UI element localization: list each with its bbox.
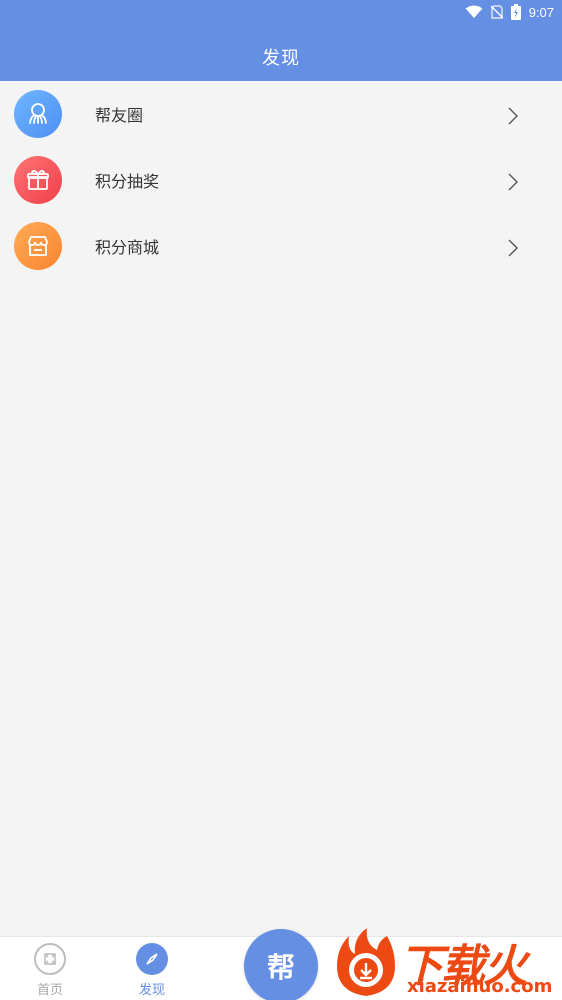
- compass-icon: [136, 943, 168, 975]
- shop-icon: [14, 222, 62, 270]
- list-item-label: 帮友圈: [95, 106, 144, 125]
- watermark: 下载火 xiazaihuo.com: [333, 924, 562, 1000]
- list-item-jifen-shangcheng[interactable]: 积分商城: [0, 213, 562, 279]
- flame-logo-icon: [337, 928, 395, 996]
- tab-home[interactable]: 首页: [20, 943, 80, 998]
- wifi-icon: [465, 5, 483, 19]
- status-time: 9:07: [528, 4, 554, 20]
- screen: 9:07 发现 帮友圈 积分抽奖 积分商城 首页 发现 帮 下载火 xiazai…: [0, 0, 562, 1000]
- watermark-domain: xiazaihuo.com: [407, 976, 553, 997]
- tab-label: 首页: [36, 983, 63, 998]
- gift-icon: [14, 156, 62, 204]
- chevron-right-icon: [508, 173, 518, 195]
- list-item-bangyouquan[interactable]: 帮友圈: [0, 81, 562, 147]
- home-icon: [34, 943, 66, 975]
- center-button-label: 帮: [266, 951, 295, 984]
- page-title: 发现: [262, 48, 300, 69]
- list-item-label: 积分抽奖: [95, 172, 160, 191]
- tab-discover[interactable]: 发现: [122, 943, 182, 998]
- discover-list: 帮友圈 积分抽奖 积分商城: [0, 81, 562, 279]
- people-group-icon: [14, 90, 62, 138]
- battery-charging-icon: [510, 4, 521, 20]
- list-item-jifen-choujiang[interactable]: 积分抽奖: [0, 147, 562, 213]
- status-bar: 9:07: [465, 0, 554, 24]
- tab-label: 发现: [138, 983, 165, 998]
- header-bar: 9:07 发现: [0, 0, 562, 81]
- chevron-right-icon: [508, 239, 518, 261]
- chevron-right-icon: [508, 107, 518, 129]
- list-item-label: 积分商城: [95, 238, 160, 257]
- no-sim-icon: [490, 5, 503, 19]
- center-help-button[interactable]: 帮: [244, 929, 318, 1000]
